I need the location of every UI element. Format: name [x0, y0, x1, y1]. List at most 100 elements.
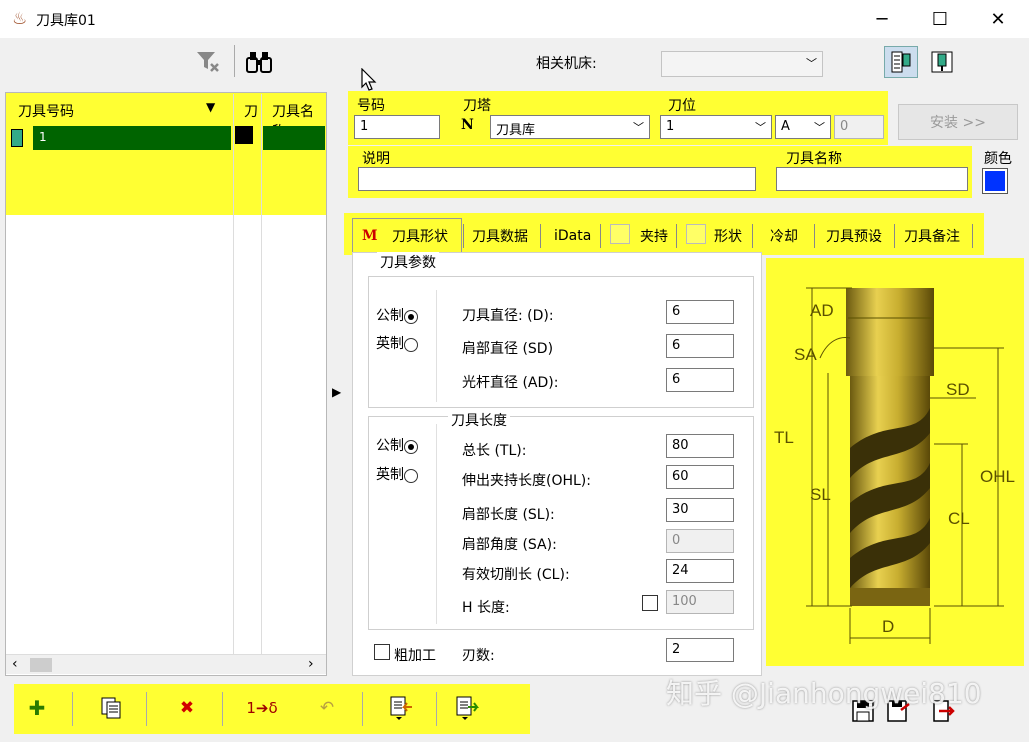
description-label: 说明 — [362, 151, 390, 167]
chevron-down-icon: ﹀ — [814, 121, 825, 134]
radio-selected-icon[interactable] — [404, 309, 418, 324]
cutting-length-label: 有效切削长 (CL): — [462, 567, 570, 583]
shoulder-length-input[interactable]: 30 — [666, 498, 734, 522]
h-length-checkbox[interactable] — [642, 595, 658, 611]
renumber-icon[interactable]: 1➔δ — [244, 693, 280, 723]
chevron-down-icon: ﹀ — [806, 57, 817, 70]
sort-desc-icon[interactable]: ▼ — [206, 100, 215, 114]
table-row[interactable]: 1 — [7, 125, 325, 151]
rough-label: 粗加工 — [394, 648, 436, 664]
filter-clear-icon[interactable] — [193, 47, 223, 77]
label-CL: CL — [948, 509, 970, 528]
minimize-button[interactable]: ─ — [853, 0, 911, 38]
tab-divider — [814, 224, 815, 248]
row-name-cell[interactable] — [263, 126, 325, 150]
position-sub-select[interactable]: A ﹀ — [775, 115, 831, 139]
chevron-down-icon: ﹀ — [633, 121, 644, 134]
scroll-thumb[interactable] — [30, 658, 52, 672]
turret-select[interactable]: 刀具库 ﹀ — [490, 115, 650, 139]
group-divider — [436, 424, 437, 624]
export-icon[interactable] — [452, 693, 482, 723]
tool-diagram: AD SA SD TL SL OHL CL D — [766, 258, 1024, 666]
number-input[interactable]: 1 — [354, 115, 440, 139]
copy-icon[interactable] — [96, 693, 126, 723]
delete-icon[interactable]: ✖ — [172, 693, 202, 723]
horizontal-scrollbar[interactable]: ‹ › — [6, 654, 326, 674]
list-view-button[interactable] — [884, 46, 918, 78]
cutting-length-input[interactable]: 24 — [666, 559, 734, 583]
position-num-input[interactable]: 0 — [834, 115, 884, 139]
tool-name-input[interactable] — [776, 167, 968, 191]
color-button[interactable] — [982, 168, 1008, 194]
position-value: 1 — [666, 119, 675, 134]
end-mill-drawing: AD SA SD TL SL OHL CL D — [774, 287, 1015, 644]
tab-divider — [463, 224, 464, 248]
toolbar-separator — [436, 692, 437, 726]
tab-shape-mark: M — [362, 228, 378, 244]
position-sub-value: A — [781, 119, 790, 134]
overhang-length-input[interactable]: 60 — [666, 465, 734, 489]
params-metric-radio[interactable]: 公制 — [376, 305, 418, 325]
position-label: 刀位 — [668, 98, 696, 114]
tab-holder[interactable]: 夹持 — [640, 222, 668, 250]
shoulder-diameter-input[interactable]: 6 — [666, 334, 734, 358]
lengths-imperial-radio[interactable]: 英制 — [376, 464, 418, 484]
header-tool-number[interactable]: 刀具号码 — [18, 101, 74, 121]
install-button[interactable]: 安装 >> — [898, 104, 1018, 140]
tab-idata[interactable]: iData — [554, 222, 591, 250]
tab-tool-notes[interactable]: 刀具备注 — [904, 222, 960, 250]
turret-value: 刀具库 — [496, 123, 536, 138]
tab-tool-preset[interactable]: 刀具预设 — [826, 222, 882, 250]
shank-diameter-input[interactable]: 6 — [666, 368, 734, 392]
tool-params-title: 刀具参数 — [377, 252, 439, 272]
rough-checkbox[interactable] — [374, 644, 390, 660]
watermark: 知乎 @Jianhongwei810 — [666, 677, 982, 710]
params-imperial-radio[interactable]: 英制 — [376, 333, 418, 353]
add-tool-icon[interactable]: ✚ — [22, 693, 52, 723]
flutes-label: 刃数: — [462, 648, 495, 664]
description-input[interactable] — [358, 167, 756, 191]
tool-lengths-title: 刀具长度 — [448, 410, 510, 430]
shank-diameter-label: 光杆直径 (AD): — [462, 375, 559, 391]
position-select[interactable]: 1 ﹀ — [660, 115, 772, 139]
row-color-swatch — [235, 126, 253, 144]
radio-selected-icon[interactable] — [404, 439, 418, 454]
total-length-label: 总长 (TL): — [462, 443, 527, 459]
grid-column-divider — [261, 94, 262, 654]
machine-select[interactable]: ﹀ — [661, 51, 823, 77]
diameter-input[interactable]: 6 — [666, 300, 734, 324]
lengths-metric-label: 公制 — [376, 438, 404, 454]
close-button[interactable]: ✕ — [969, 0, 1027, 38]
group-divider — [436, 290, 437, 402]
header-tool-short[interactable]: 刀 — [244, 101, 258, 121]
scroll-left-icon[interactable]: ‹ — [12, 656, 18, 672]
mouse-cursor-icon — [360, 67, 378, 96]
h-length-input[interactable]: 100 — [666, 590, 734, 614]
panel-expand-arrow-icon[interactable]: ▶ — [332, 385, 341, 399]
total-length-input[interactable]: 80 — [666, 434, 734, 458]
row-number-cell[interactable]: 1 — [33, 126, 231, 150]
label-OHL: OHL — [980, 467, 1015, 486]
tab-coolant[interactable]: 冷却 — [770, 222, 798, 250]
scroll-right-icon[interactable]: › — [308, 656, 314, 672]
shape-tab-icon — [686, 224, 706, 244]
tab-shape[interactable]: 形状 — [714, 222, 742, 250]
tab-divider — [894, 224, 895, 248]
shoulder-angle-input[interactable]: 0 — [666, 529, 734, 553]
radio-unselected-icon[interactable] — [404, 468, 418, 483]
tool-name-label: 刀具名称 — [786, 151, 842, 167]
import-icon[interactable] — [386, 693, 416, 723]
binoculars-icon[interactable] — [244, 47, 274, 77]
tab-divider — [972, 224, 973, 248]
tab-tool-shape[interactable]: 刀具形状 — [392, 222, 448, 250]
lengths-metric-radio[interactable]: 公制 — [376, 435, 418, 455]
label-TL: TL — [774, 428, 794, 447]
maximize-button[interactable]: ☐ — [911, 0, 969, 38]
tool-view-button[interactable] — [926, 46, 958, 78]
flutes-input[interactable]: 2 — [666, 638, 734, 662]
undo-icon[interactable]: ↶ — [312, 693, 342, 723]
tab-tool-data[interactable]: 刀具数据 — [472, 222, 528, 250]
radio-unselected-icon[interactable] — [404, 337, 418, 352]
toolbar-separator — [362, 692, 363, 726]
h-length-label: H 长度: — [462, 600, 510, 616]
